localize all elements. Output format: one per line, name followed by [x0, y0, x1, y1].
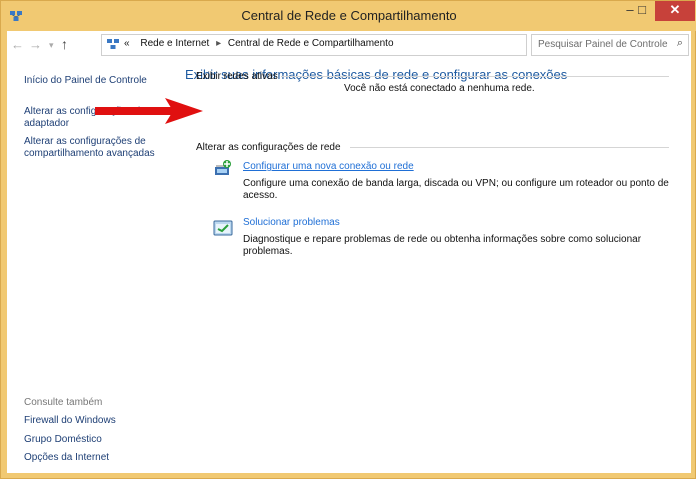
close-button[interactable]: ✕ — [655, 1, 695, 21]
red-arrow-annotation — [95, 98, 203, 124]
search-input[interactable]: Pesquisar Painel de Controle ⌕ — [531, 34, 689, 56]
search-placeholder: Pesquisar Painel de Controle — [538, 39, 668, 50]
forward-arrow-icon[interactable]: → — [29, 37, 42, 52]
active-networks-label: Exibir redes ativas — [196, 71, 278, 82]
troubleshoot-description: Diagnostique e repare problemas de rede … — [243, 234, 642, 257]
troubleshoot-icon[interactable] — [213, 219, 233, 237]
setup-connection-link[interactable]: Configurar uma nova conexão ou rede — [243, 161, 414, 172]
sidebar-link-home[interactable]: Início do Painel de Controle — [24, 75, 147, 87]
setup-connection-description: Configure uma conexão de banda larga, di… — [243, 178, 669, 201]
chevron-right-icon[interactable]: ▸ — [216, 38, 221, 49]
maximize-button[interactable]: □ — [629, 1, 655, 21]
breadcrumb-path: « Rede e Internet ▸ Central de Rede e Co… — [124, 38, 394, 49]
sidebar-link-internet-options[interactable]: Opções da Internet — [24, 452, 109, 464]
network-icon — [107, 39, 119, 49]
divider — [281, 76, 669, 77]
address-bar: ← → ▾ ↑ « Rede e Internet ▸ Central de R… — [7, 31, 691, 59]
window-title: Central de Rede e Compartilhamento — [241, 8, 457, 23]
chevron-down-icon[interactable]: ▾ — [49, 40, 54, 51]
up-arrow-icon[interactable]: ↑ — [61, 36, 68, 52]
title-bar[interactable]: Central de Rede e Compartilhamento – □ ✕ — [1, 1, 696, 31]
sidebar-link-sharing[interactable]: Alterar as configurações de compartilham… — [24, 136, 182, 160]
breadcrumb-prefix[interactable]: « — [124, 38, 130, 49]
divider — [350, 147, 669, 148]
back-arrow-icon[interactable]: ← — [11, 37, 24, 52]
breadcrumb[interactable]: « Rede e Internet ▸ Central de Rede e Co… — [101, 34, 619, 56]
see-also-heading: Consulte também — [24, 397, 103, 408]
no-network-status: Você não está conectado a nenhuma rede. — [344, 83, 535, 94]
search-icon[interactable]: ⌕ — [677, 37, 683, 50]
network-setup-icon[interactable] — [213, 159, 233, 177]
troubleshoot-link[interactable]: Solucionar problemas — [243, 217, 340, 228]
change-settings-label: Alterar as configurações de rede — [196, 142, 341, 153]
sidebar-link-homegroup[interactable]: Grupo Doméstico — [24, 434, 102, 446]
breadcrumb-item-network-internet[interactable]: Rede e Internet — [140, 38, 209, 49]
window: Central de Rede e Compartilhamento – □ ✕… — [0, 0, 696, 479]
sidebar-link-firewall[interactable]: Firewall do Windows — [24, 415, 116, 427]
breadcrumb-item-network-center[interactable]: Central de Rede e Compartilhamento — [228, 38, 394, 49]
